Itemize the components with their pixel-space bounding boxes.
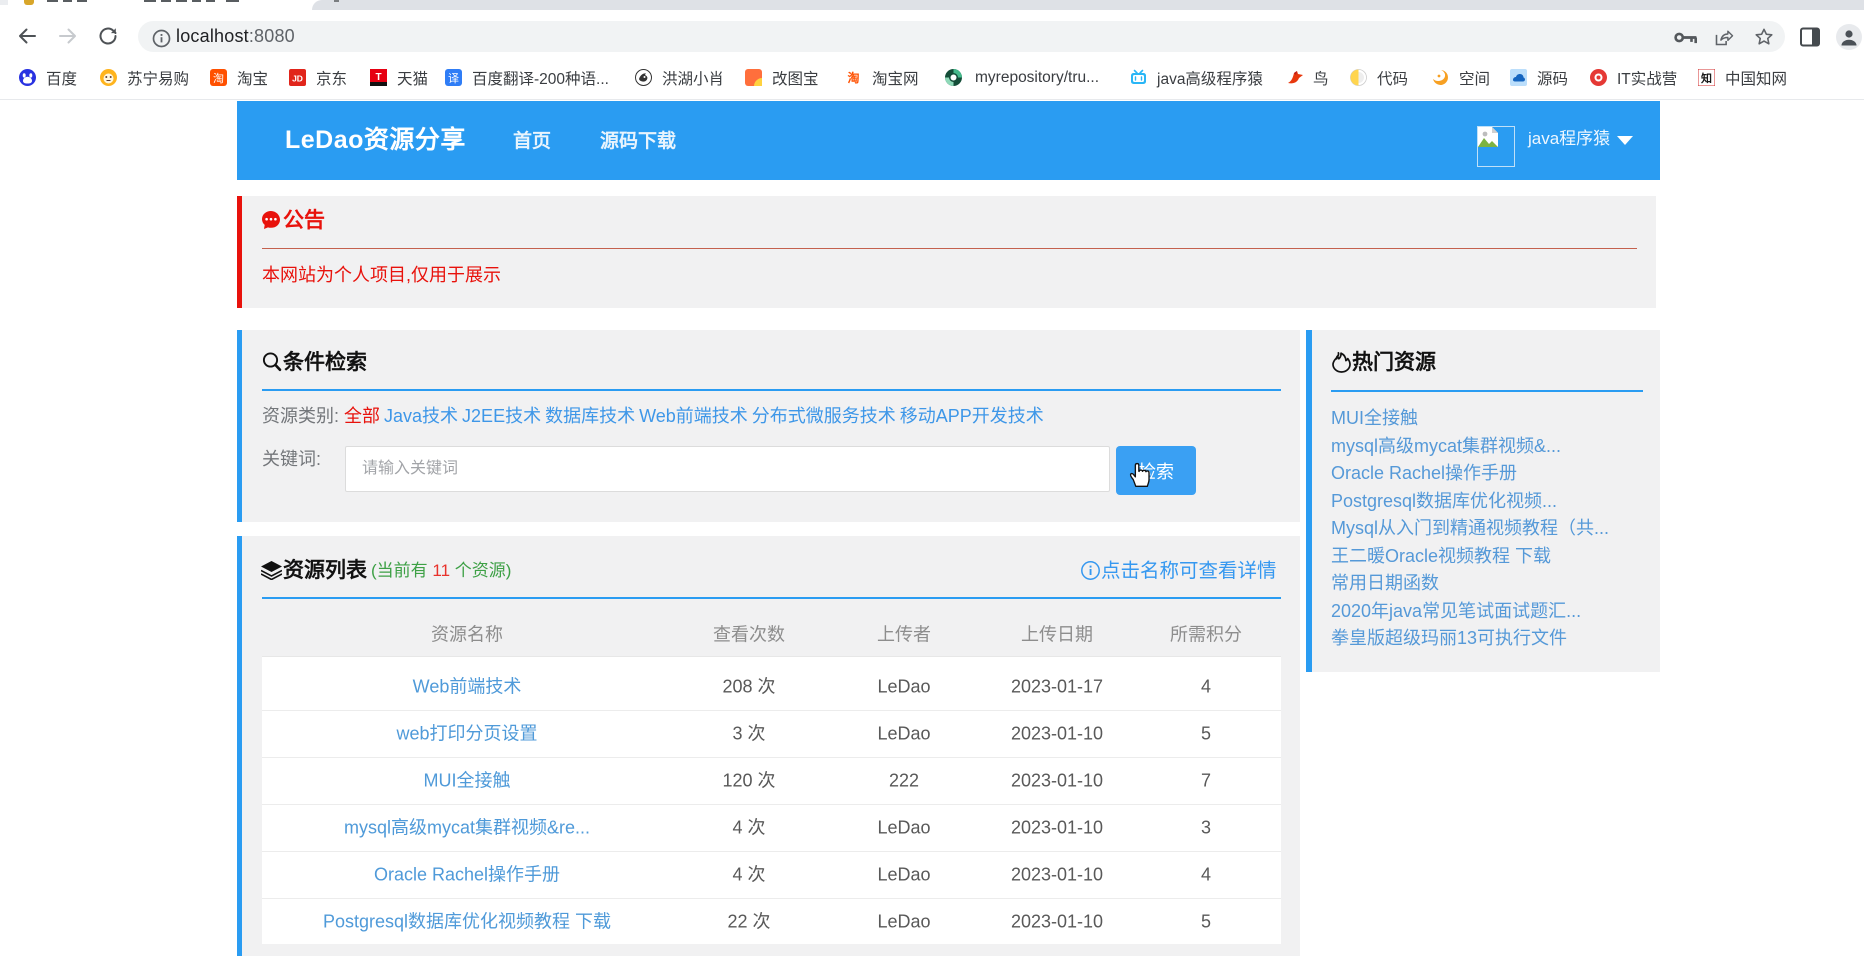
- svg-text:译: 译: [448, 72, 459, 85]
- svg-text:淘: 淘: [847, 70, 859, 85]
- svg-text:淘: 淘: [213, 72, 224, 85]
- svg-text:JD: JD: [292, 74, 303, 84]
- svg-text:知: 知: [1700, 71, 1712, 85]
- svg-text:T: T: [375, 72, 381, 83]
